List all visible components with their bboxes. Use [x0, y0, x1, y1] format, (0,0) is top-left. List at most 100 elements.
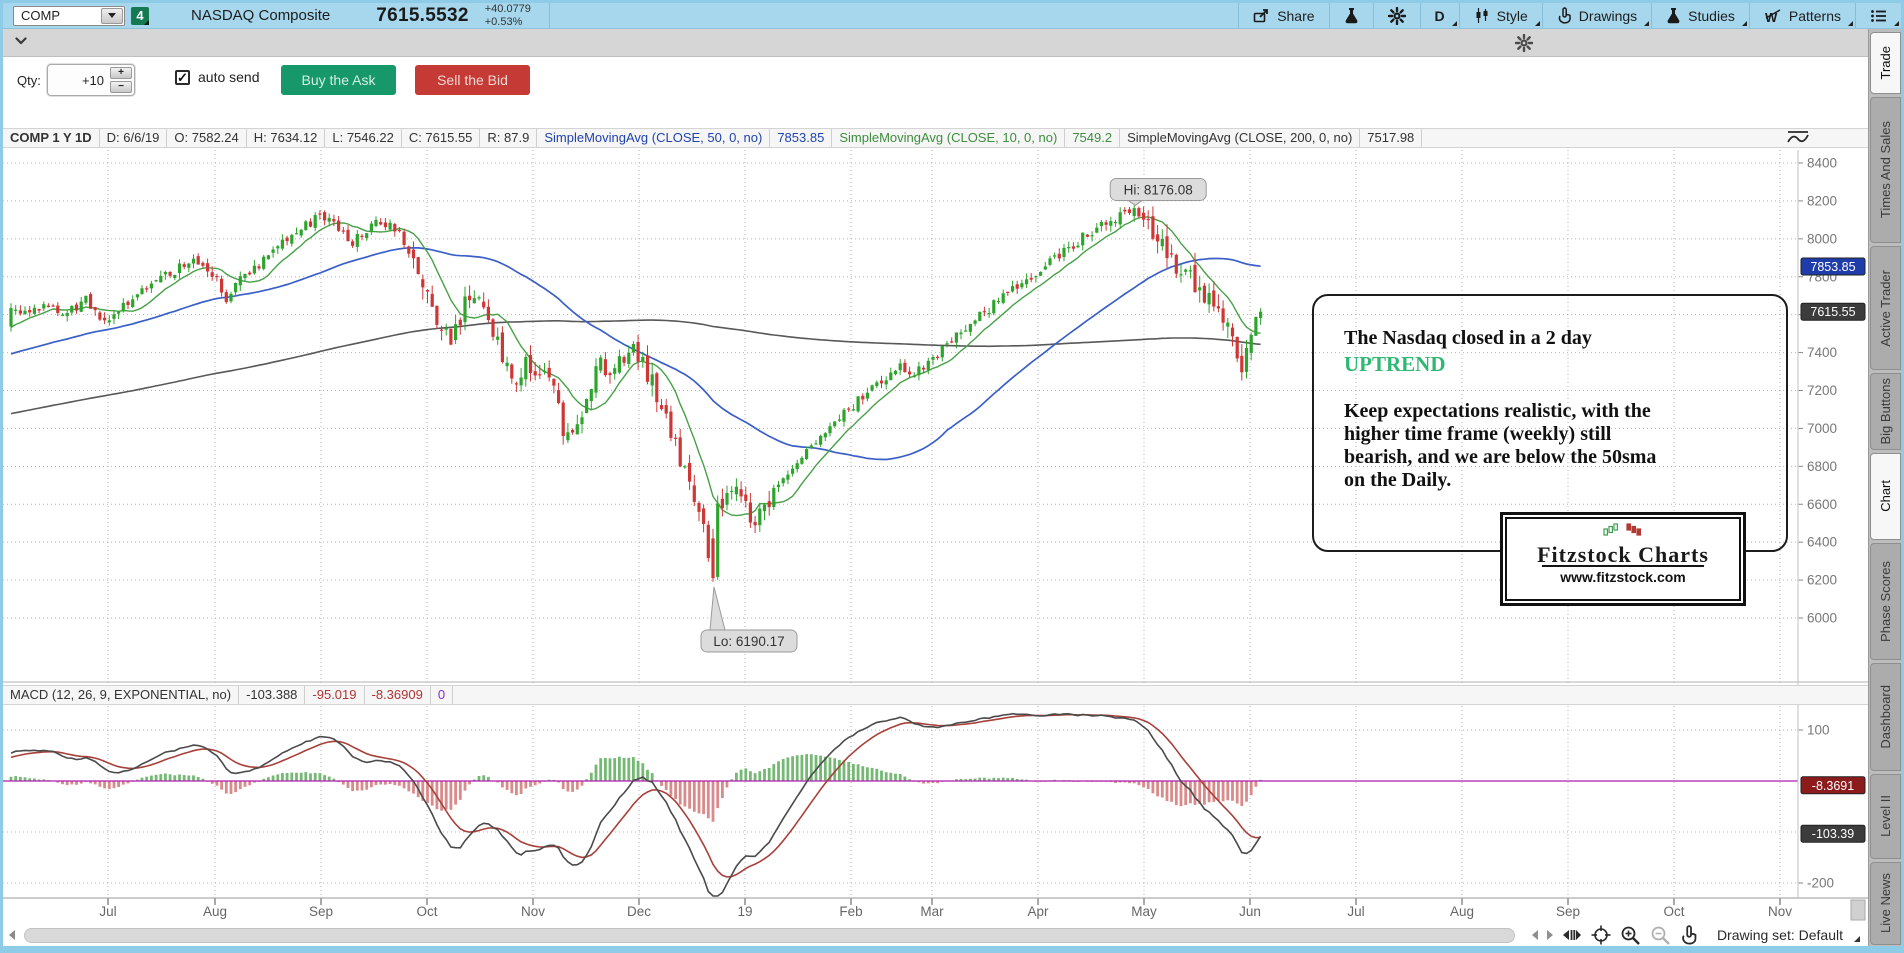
drawing-set-selector[interactable]: Drawing set: Default [1717, 927, 1843, 943]
sidebar-tab-dashboard[interactable]: Dashboard [1870, 663, 1901, 771]
hand-icon [1557, 7, 1572, 24]
sidebar-tab-chart[interactable]: Chart [1870, 453, 1901, 540]
sidebar-tab-times-and-sales[interactable]: Times And Sales [1870, 97, 1901, 243]
zoom-in-icon[interactable] [1620, 925, 1641, 946]
chevron-down-icon[interactable] [15, 37, 27, 45]
corner-triangle-icon [1854, 936, 1860, 942]
horizontal-scrollbar[interactable] [24, 928, 1515, 943]
sidebar-tab-label: Phase Scores [1878, 561, 1893, 642]
sidebar-tab-level-ii[interactable]: Level II [1870, 774, 1901, 858]
share-icon [1253, 8, 1270, 24]
header-cell: SimpleMovingAvg (CLOSE, 10, 0, no) [832, 129, 1065, 147]
gadget-sidebar: TradeTimes And Sales Active Trader Big But… [1868, 29, 1901, 947]
corner-triangle-icon [1644, 21, 1649, 26]
svg-text:6200: 6200 [1807, 573, 1837, 588]
order-entry-bar: Qty: +10 + − ✓ auto send Buy the Ask Sel… [3, 57, 1868, 127]
macd-header-cell: -8.36909 [365, 686, 431, 704]
symbol-dropdown-button[interactable] [101, 8, 123, 24]
header-cell: H: 7634.12 [247, 129, 326, 147]
header-cell: D: 6/6/19 [100, 129, 168, 147]
last-price: 7615.5532 [376, 5, 469, 27]
svg-text:Aug: Aug [203, 904, 227, 919]
svg-text:Sep: Sep [1556, 904, 1580, 919]
svg-text:Nov: Nov [521, 904, 545, 919]
sidebar-tab-active-trader[interactable]: Active Trader [1870, 246, 1901, 370]
studies-button[interactable]: Studies [1651, 3, 1749, 28]
svg-text:100: 100 [1807, 723, 1830, 738]
settings-button[interactable] [1373, 3, 1420, 28]
header-cell: C: 7615.55 [402, 129, 481, 147]
qty-decrement-button[interactable]: − [110, 81, 132, 93]
svg-text:19: 19 [737, 904, 752, 919]
pan-right-icon[interactable] [1547, 930, 1553, 940]
svg-text:Apr: Apr [1027, 904, 1049, 919]
chart-toolbar-buttons: Share D [1238, 3, 1901, 28]
svg-text:7200: 7200 [1807, 383, 1837, 398]
pan-left-icon[interactable] [1532, 930, 1538, 940]
svg-text:8000: 8000 [1807, 231, 1837, 246]
buy-the-ask-button[interactable]: Buy the Ask [281, 65, 396, 95]
svg-text:Jul: Jul [1347, 904, 1364, 919]
top-toolbar: COMP 4 NASDAQ Composite 7615.5532 +40.07… [3, 3, 1901, 29]
svg-text:Hi: 8176.08: Hi: 8176.08 [1124, 182, 1193, 197]
gear-icon[interactable] [1515, 34, 1533, 52]
svg-text:6800: 6800 [1807, 459, 1837, 474]
drawings-button[interactable]: Drawings [1542, 3, 1651, 28]
onDemand-button[interactable] [1329, 3, 1373, 28]
gear-icon [1388, 7, 1406, 25]
sidebar-tab-phase-scores[interactable]: Phase Scores [1870, 543, 1901, 660]
chart-ohlc-header: COMP 1 Y 1DD: 6/6/19O: 7582.24H: 7634.12… [3, 128, 1868, 148]
qty-increment-button[interactable]: + [110, 67, 132, 79]
scroll-left-arrow-icon[interactable] [9, 930, 15, 940]
fit-bars-icon[interactable] [1562, 927, 1582, 943]
chart-type-icon[interactable] [1786, 129, 1812, 146]
patterns-button[interactable]: W Patterns [1749, 3, 1855, 28]
svg-text:Oct: Oct [416, 904, 437, 919]
macd-study-header: MACD (12, 26, 9, EXPONENTIAL, no)-103.38… [3, 685, 1868, 705]
macd-header-cell: MACD (12, 26, 9, EXPONENTIAL, no) [3, 686, 239, 704]
auto-send-label: auto send [198, 69, 260, 85]
sidebar-tab-trade[interactable]: Trade [1870, 32, 1901, 94]
zoom-out-icon[interactable] [1650, 925, 1671, 946]
corner-triangle-icon [1848, 21, 1853, 26]
svg-text:7400: 7400 [1807, 345, 1837, 360]
style-button[interactable]: Style [1459, 3, 1542, 28]
sidebar-tab-label: Dashboard [1878, 685, 1893, 749]
header-cell: COMP 1 Y 1D [3, 129, 100, 147]
hand-pan-icon[interactable] [1680, 925, 1698, 945]
svg-text:-8.3691: -8.3691 [1812, 779, 1854, 793]
svg-text:Aug: Aug [1450, 904, 1474, 919]
logo-url: www.fitzstock.com [1507, 569, 1739, 585]
svg-text:7000: 7000 [1807, 421, 1837, 436]
sidebar-tab-label: Active Trader [1878, 270, 1893, 347]
svg-text:Nov: Nov [1768, 904, 1792, 919]
app-window: COMP 4 NASDAQ Composite 7615.5532 +40.07… [0, 0, 1904, 953]
timeframe-button[interactable]: D [1420, 3, 1459, 28]
linked-group-badge[interactable]: 4 [131, 7, 149, 25]
corner-triangle-icon [1742, 21, 1747, 26]
sell-the-bid-button[interactable]: Sell the Bid [415, 65, 530, 95]
crosshair-cursor-icon[interactable] [1591, 925, 1611, 945]
chart-menu-button[interactable] [1855, 3, 1901, 28]
auto-send-checkbox[interactable]: ✓ [175, 70, 190, 85]
svg-text:Oct: Oct [1663, 904, 1684, 919]
svg-text:Sep: Sep [309, 904, 333, 919]
header-cell: L: 7546.22 [325, 129, 401, 147]
sidebar-tab-big-buttons[interactable]: Big Buttons [1870, 373, 1901, 450]
dropdown-arrow-icon [108, 13, 116, 18]
svg-text:Jun: Jun [1239, 904, 1261, 919]
share-button[interactable]: Share [1238, 3, 1328, 28]
symbol-select[interactable]: COMP [13, 6, 125, 26]
chart-style-icon [1474, 7, 1490, 24]
sidebar-tab-label: Live News [1878, 873, 1893, 933]
annotation-line1: The Nasdaq closed in a 2 day [1344, 326, 1786, 350]
svg-text:6600: 6600 [1807, 497, 1837, 512]
svg-text:Dec: Dec [627, 904, 651, 919]
logo-candles-icon [1600, 523, 1646, 538]
svg-text:8400: 8400 [1807, 156, 1837, 171]
svg-text:7615.55: 7615.55 [1810, 305, 1855, 319]
sidebar-tab-live-news[interactable]: Live News [1870, 862, 1901, 945]
macd-header-cell: 0 [431, 686, 453, 704]
header-cell: O: 7582.24 [167, 129, 246, 147]
quantity-stepper[interactable]: +10 + − [47, 64, 135, 96]
